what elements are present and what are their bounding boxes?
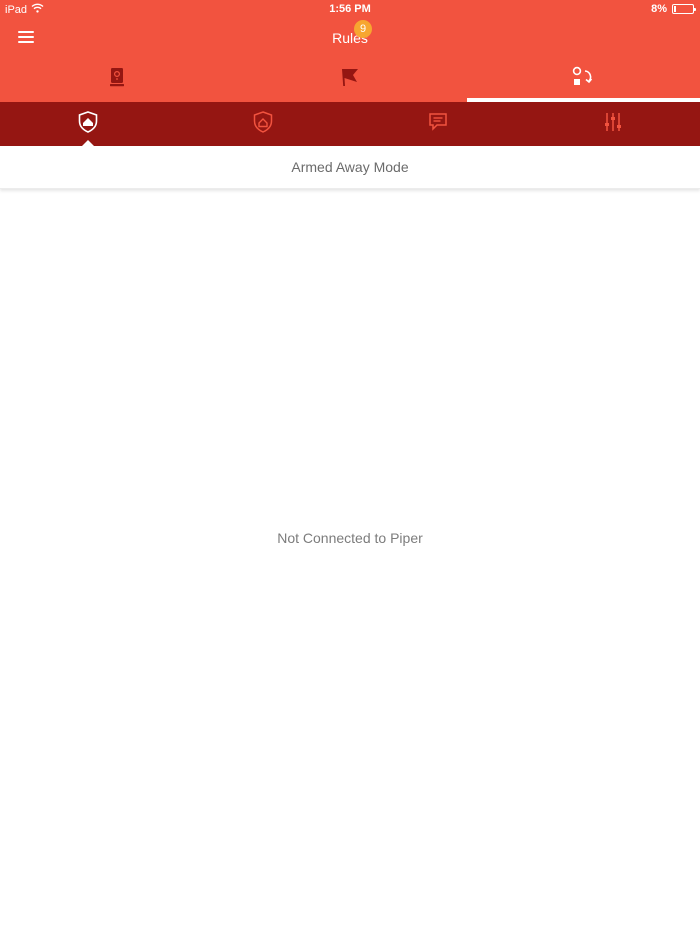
empty-state-message: Not Connected to Piper xyxy=(277,530,423,546)
app-header: iPad 1:56 PM 8% Rules 9 xyxy=(0,0,700,102)
armed-away-shield-icon xyxy=(78,110,98,138)
armed-stay-shield-icon xyxy=(253,110,273,138)
events-count-badge: 9 xyxy=(354,20,372,38)
main-tabs xyxy=(0,56,700,102)
tab-piper-device[interactable] xyxy=(0,56,233,102)
tab-events[interactable] xyxy=(233,56,466,102)
battery-level xyxy=(674,6,676,12)
piper-device-icon xyxy=(109,67,125,92)
tab-armed-stay[interactable] xyxy=(175,102,350,146)
status-right: 8% xyxy=(651,3,696,15)
battery-percent: 8% xyxy=(651,3,667,15)
tab-messages[interactable] xyxy=(350,102,525,146)
tab-rules[interactable] xyxy=(466,56,700,102)
page-title: Rules xyxy=(332,30,368,46)
rules-icon xyxy=(572,66,594,93)
tab-armed-away[interactable] xyxy=(0,102,175,146)
nav-bar: Rules xyxy=(0,20,700,56)
status-time: 1:56 PM xyxy=(329,3,371,15)
sliders-icon xyxy=(603,111,623,138)
message-icon xyxy=(428,112,448,137)
mode-title: Armed Away Mode xyxy=(0,146,700,189)
flag-icon xyxy=(339,67,361,92)
tab-settings[interactable] xyxy=(525,102,700,146)
status-bar: iPad 1:56 PM 8% xyxy=(0,0,700,20)
battery-icon xyxy=(672,4,696,14)
mode-tabs xyxy=(0,102,700,146)
